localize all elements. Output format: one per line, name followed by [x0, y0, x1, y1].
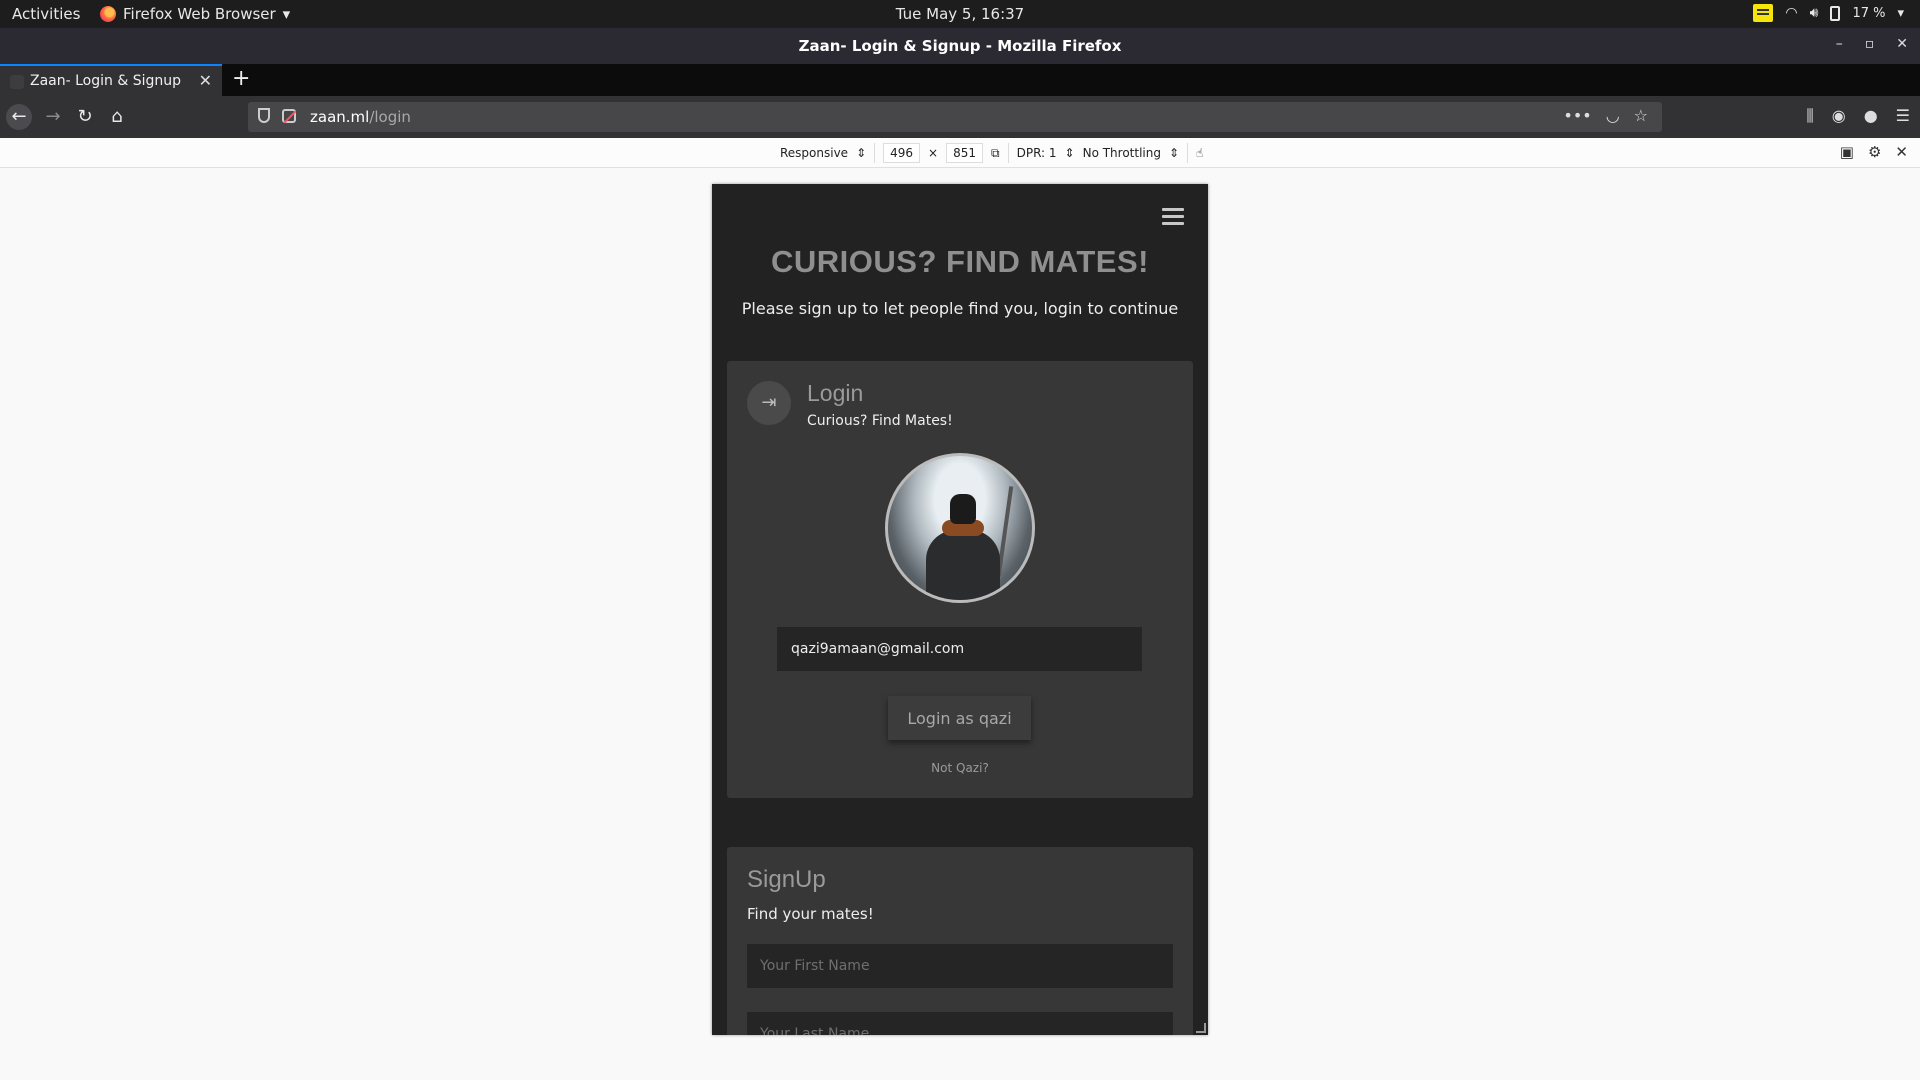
tab-close-icon[interactable]: ✕ — [199, 71, 212, 90]
hamburger-line — [1162, 208, 1184, 211]
tracking-shield-icon[interactable] — [258, 108, 270, 123]
hamburger-line — [1162, 215, 1184, 218]
signup-subtitle: Find your mates! — [747, 905, 874, 923]
back-arrow-icon[interactable]: ← — [6, 104, 32, 130]
chevron-updown-icon: ⇕ — [1168, 146, 1180, 160]
system-tray[interactable]: ◠ 🔊︎ 17 % ▾ — [1753, 4, 1904, 22]
hamburger-line — [1162, 222, 1184, 225]
signup-card: SignUp Find your mates! — [727, 847, 1193, 1035]
first-name-field[interactable] — [747, 944, 1173, 988]
screenshot-camera-icon[interactable]: ▣ — [1840, 143, 1854, 161]
device-viewport: CURIOUS? FIND MATES! Please sign up to l… — [712, 184, 1208, 1035]
new-tab-plus-icon[interactable]: + — [232, 66, 250, 91]
address-bar[interactable]: zaan.ml/login ••• ◡ ☆ — [248, 102, 1662, 132]
close-rdm-icon[interactable]: ✕ — [1895, 143, 1908, 161]
window-title: Zaan- Login & Signup - Mozilla Firefox — [798, 37, 1122, 55]
device-selector[interactable]: Responsive — [780, 146, 848, 160]
tab-label: Zaan- Login & Signup — [30, 73, 182, 89]
rdm-right-controls: ▣ ⚙ ✕ — [1840, 143, 1908, 161]
notes-icon[interactable] — [1753, 4, 1774, 22]
url-path: /login — [369, 108, 411, 126]
login-card: ⇥ Login Curious? Find Mates! Login as qa… — [727, 361, 1193, 798]
not-user-link[interactable]: Not Qazi? — [727, 761, 1193, 775]
more-actions-icon[interactable]: ••• — [1563, 106, 1591, 125]
wifi-icon: ◠ — [1785, 5, 1798, 21]
tab-zaan-login[interactable]: Zaan- Login & Signup ✕ — [0, 64, 222, 96]
library-icon[interactable]: ⫼ — [1806, 106, 1813, 126]
login-subtitle: Curious? Find Mates! — [807, 413, 953, 429]
settings-gear-icon[interactable]: ⚙ — [1868, 143, 1881, 161]
maximize-icon[interactable]: ▫ — [1865, 36, 1875, 52]
menu-hamburger-icon[interactable]: ☰ — [1896, 106, 1910, 126]
clock[interactable]: Tue May 5, 16:37 — [0, 5, 1920, 23]
toolbar-right: ⫼ ◉ ● ☰ — [1806, 106, 1910, 126]
forward-arrow-icon[interactable]: → — [40, 104, 66, 130]
signup-title: SignUp — [747, 866, 826, 893]
email-field[interactable] — [777, 627, 1142, 671]
viewport-height-input[interactable]: 851 — [946, 143, 984, 163]
chevron-down-icon: ▾ — [1897, 5, 1904, 21]
window-title-bar: Zaan- Login & Signup - Mozilla Firefox –… — [0, 28, 1920, 64]
insecure-lock-icon[interactable] — [282, 109, 296, 123]
minimize-icon[interactable]: – — [1836, 36, 1843, 52]
rotate-viewport-icon[interactable]: ⧉ — [991, 146, 1000, 161]
close-icon[interactable]: ✕ — [1896, 36, 1908, 52]
throttling-selector[interactable]: No Throttling — [1083, 146, 1161, 160]
battery-icon — [1830, 5, 1841, 21]
account-icon[interactable]: ◉ — [1832, 106, 1846, 126]
tab-strip: Zaan- Login & Signup ✕ + — [0, 64, 1920, 96]
dpr-selector[interactable]: DPR: 1 — [1017, 146, 1057, 160]
favicon-icon — [10, 75, 24, 89]
pocket-icon[interactable]: ◡ — [1606, 106, 1620, 125]
responsive-design-toolbar: Responsive ⇕ 496 × 851 ⧉ DPR: 1 ⇕ No Thr… — [0, 138, 1920, 168]
volume-icon: 🔊︎ — [1809, 5, 1819, 21]
viewport-width-input[interactable]: 496 — [883, 143, 921, 163]
touch-simulation-icon[interactable]: ☝ — [1196, 146, 1203, 160]
login-title: Login — [807, 380, 864, 406]
extension-icon[interactable]: ● — [1864, 106, 1878, 126]
url-domain: zaan.ml — [310, 108, 370, 126]
reload-icon[interactable]: ↻ — [72, 104, 98, 130]
system-top-bar: Activities Firefox Web Browser ▾ Tue May… — [0, 0, 1920, 28]
rdm-controls: Responsive ⇕ 496 × 851 ⧉ DPR: 1 ⇕ No Thr… — [780, 143, 1203, 163]
hero-title: CURIOUS? FIND MATES! — [771, 244, 1149, 279]
window-controls: – ▫ ✕ — [1836, 36, 1908, 52]
url-actions: ••• ◡ ☆ — [1563, 106, 1648, 125]
divider — [1007, 143, 1009, 163]
hero-subtitle: Please sign up to let people find you, l… — [741, 299, 1179, 318]
last-name-field[interactable] — [747, 1012, 1173, 1035]
chevron-updown-icon: ⇕ — [856, 146, 867, 160]
divider — [874, 143, 876, 163]
viewport-resize-handle[interactable] — [1196, 1023, 1206, 1033]
home-icon[interactable]: ⌂ — [104, 104, 130, 130]
hamburger-menu-icon[interactable] — [1162, 208, 1184, 226]
url-text[interactable]: zaan.ml/login — [310, 108, 411, 126]
user-avatar — [885, 453, 1035, 603]
sign-in-arrow-icon: ⇥ — [747, 381, 791, 425]
navigation-toolbar: ← → ↻ ⌂ zaan.ml/login ••• ◡ ☆ ⫼ ◉ ● ☰ — [0, 96, 1920, 138]
avatar-person-head — [950, 494, 976, 524]
battery-percentage: 17 % — [1852, 5, 1886, 21]
login-button[interactable]: Login as qazi — [888, 696, 1031, 740]
bookmark-star-icon[interactable]: ☆ — [1634, 106, 1648, 125]
dimension-separator: × — [928, 146, 939, 160]
avatar-person-body — [926, 530, 1000, 600]
divider — [1187, 143, 1189, 163]
chevron-updown-icon: ⇕ — [1064, 146, 1075, 160]
